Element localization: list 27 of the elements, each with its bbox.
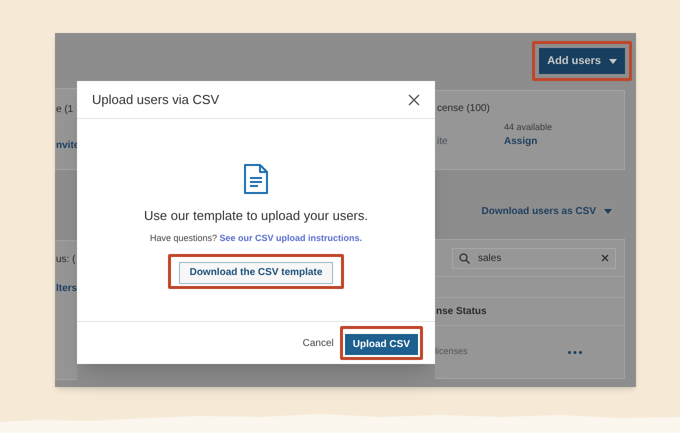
download-template-button[interactable]: Download the CSV template: [178, 262, 334, 284]
search-value: sales: [478, 252, 502, 266]
cancel-button[interactable]: Cancel: [300, 336, 336, 350]
status-label: us: (: [56, 255, 76, 265]
upload-csv-button[interactable]: Upload CSV: [344, 334, 418, 355]
more-icon[interactable]: [568, 350, 582, 354]
dialog-title: Upload users via CSV: [92, 90, 220, 109]
search-field[interactable]: sales: [452, 248, 616, 268]
dialog-heading: Use our template to upload your users.: [144, 207, 368, 225]
download-users-menu[interactable]: Download users as CSV: [482, 204, 612, 219]
clear-icon[interactable]: [601, 254, 609, 262]
table-cell-text: licenses: [435, 345, 468, 358]
caret-icon: [609, 58, 617, 64]
filters-link[interactable]: lters: [56, 284, 77, 294]
instructions-link[interactable]: See our CSV upload instructions.: [220, 232, 362, 242]
search-icon: [459, 252, 470, 264]
help-text: Have questions? See our CSV upload instructions.: [150, 232, 362, 245]
add-users-button[interactable]: Add users: [539, 48, 625, 74]
document-icon: [244, 164, 268, 194]
caret-icon: [604, 209, 612, 214]
invite-link[interactable]: ite: [437, 137, 504, 147]
column-header: nse Status: [435, 305, 487, 319]
card-title: e (1: [56, 105, 74, 115]
card-title: cense (100): [437, 104, 491, 114]
available-count: 44 available: [504, 123, 552, 132]
close-icon[interactable]: [408, 94, 420, 106]
assign-link[interactable]: Assign: [504, 137, 552, 147]
